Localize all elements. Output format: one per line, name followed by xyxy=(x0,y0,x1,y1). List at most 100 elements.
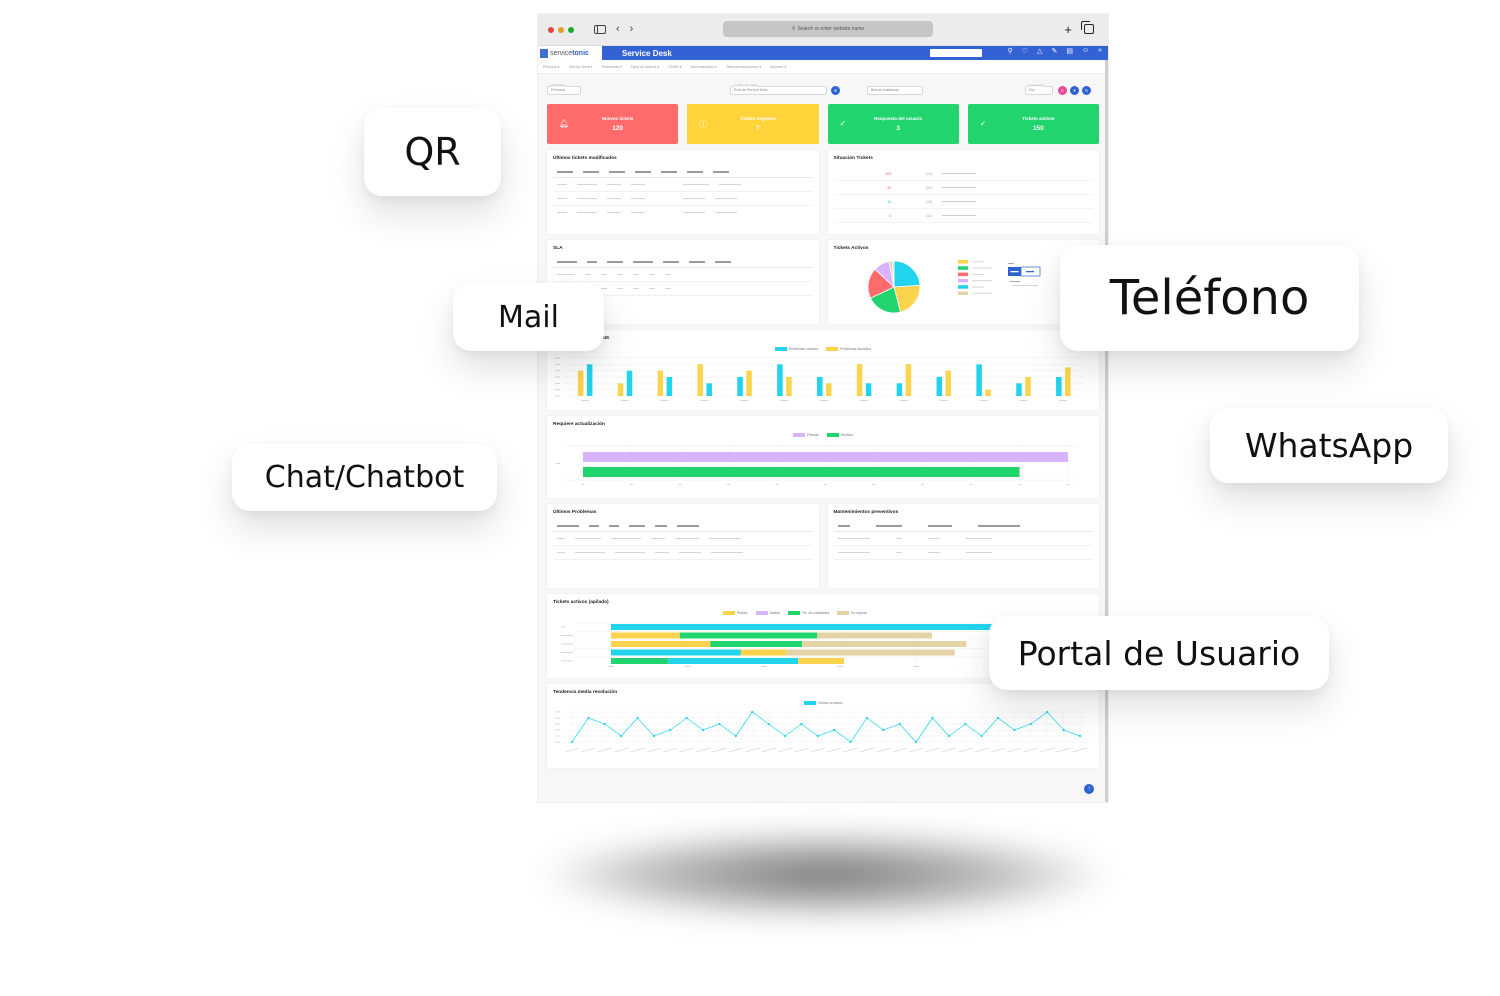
bar[interactable] xyxy=(976,364,982,396)
bar[interactable] xyxy=(626,370,633,396)
maximize-window-button[interactable] xyxy=(568,26,574,33)
data-point[interactable] xyxy=(1078,734,1082,738)
bar[interactable] xyxy=(657,370,664,396)
bar[interactable] xyxy=(1056,377,1062,396)
bar-segment[interactable] xyxy=(798,658,845,664)
legend-item[interactable]: Servidor xyxy=(826,433,853,438)
bar[interactable] xyxy=(945,370,952,396)
data-point[interactable] xyxy=(685,716,688,720)
data-point[interactable] xyxy=(996,716,1000,720)
alert-icon[interactable]: △ xyxy=(1037,47,1042,55)
table-row[interactable] xyxy=(833,532,1093,546)
bar[interactable] xyxy=(583,467,1020,477)
data-point[interactable] xyxy=(603,722,606,726)
header-search-input[interactable] xyxy=(930,49,982,57)
menu-item[interactable]: Problemas ▾ xyxy=(602,65,622,69)
close-window-button[interactable] xyxy=(548,26,554,33)
bar-segment[interactable] xyxy=(611,658,669,664)
kpi-card[interactable]: 🔔︎ Nuevos tickets 120 xyxy=(547,104,679,144)
data-point[interactable] xyxy=(734,734,737,738)
bar[interactable] xyxy=(856,364,863,396)
data-point[interactable] xyxy=(783,734,787,738)
data-point[interactable] xyxy=(669,728,672,732)
bar[interactable] xyxy=(1065,367,1071,397)
plus-icon[interactable]: + xyxy=(1064,22,1072,37)
bar-segment[interactable] xyxy=(817,632,932,639)
data-point[interactable] xyxy=(947,734,951,738)
bar-segment[interactable] xyxy=(710,641,802,647)
data-point[interactable] xyxy=(701,728,705,732)
bar[interactable] xyxy=(586,364,593,396)
legend-item[interactable]: Pedido xyxy=(723,611,748,616)
status-row[interactable]: 30 (20) xyxy=(833,181,1093,195)
brand-logo[interactable]: service tonic xyxy=(538,46,602,60)
data-point[interactable] xyxy=(1013,728,1016,732)
bar[interactable] xyxy=(737,377,743,396)
data-point[interactable] xyxy=(620,734,623,738)
bar-segment[interactable] xyxy=(611,649,741,656)
bar[interactable] xyxy=(826,383,832,396)
bar[interactable] xyxy=(577,370,584,396)
menu-item[interactable]: CMDB ▾ xyxy=(668,65,681,69)
bar[interactable] xyxy=(905,364,912,396)
incident-search-input[interactable]: Buscar Incidencia xyxy=(867,86,923,95)
table-row[interactable] xyxy=(553,206,813,219)
legend-item[interactable]: Tickets cerrados xyxy=(803,701,842,706)
bar[interactable] xyxy=(817,377,823,396)
scroll-top-button[interactable]: ↑ xyxy=(1084,784,1094,794)
data-point[interactable] xyxy=(915,740,918,744)
bar-segment[interactable] xyxy=(802,641,967,647)
data-point[interactable] xyxy=(816,734,819,738)
heart-icon[interactable]: ♡ xyxy=(1022,47,1028,55)
bar[interactable] xyxy=(1025,377,1031,396)
menu-item[interactable]: Telecomunicaciones ▾ xyxy=(726,65,761,69)
data-point[interactable] xyxy=(980,734,983,738)
dashboard-select[interactable]: Cuadro de mando Role de Service Desk xyxy=(730,83,827,95)
data-point[interactable] xyxy=(751,710,754,714)
data-point[interactable] xyxy=(718,722,721,726)
bar[interactable] xyxy=(746,370,752,396)
filter-button[interactable]: ▼ xyxy=(1070,86,1079,95)
menu-item[interactable]: Administración ▾ xyxy=(691,65,717,69)
status-row[interactable]: 104 (16) xyxy=(833,167,1093,181)
table-row[interactable] xyxy=(553,192,813,206)
forward-icon[interactable]: › xyxy=(630,24,634,35)
bar[interactable] xyxy=(697,364,703,396)
search-icon[interactable]: ⚲ xyxy=(1008,47,1013,55)
collapse-icon[interactable]: « xyxy=(1098,47,1102,55)
legend-item[interactable]: Problemas creados xyxy=(774,347,818,352)
legend-item[interactable]: Abierto xyxy=(755,611,780,616)
data-point[interactable] xyxy=(652,734,656,738)
bar-segment[interactable] xyxy=(740,649,787,656)
data-point[interactable] xyxy=(1062,728,1065,732)
frequency-select[interactable]: Frecuencia Día xyxy=(1025,83,1053,95)
kpi-card[interactable]: ⓘ Tickets Urgentes 7 xyxy=(687,104,819,144)
legend-item[interactable]: Firewall xyxy=(792,433,819,438)
menu-item[interactable]: Tipos de activos ▾ xyxy=(631,65,660,69)
table-row[interactable] xyxy=(833,546,1093,560)
data-point[interactable] xyxy=(898,722,901,726)
visibility-select[interactable]: Visibilidad Personal xyxy=(547,83,581,95)
table-row[interactable] xyxy=(553,532,813,546)
table-row[interactable] xyxy=(553,268,813,282)
kpi-card[interactable]: ✓ Respuesta del usuario 3 xyxy=(827,104,959,144)
bar-segment[interactable] xyxy=(679,632,818,639)
bar[interactable] xyxy=(936,377,943,396)
table-row[interactable] xyxy=(553,178,813,192)
data-point[interactable] xyxy=(767,722,770,726)
menu-item[interactable]: Acceder ▾ xyxy=(770,65,786,69)
bar-segment[interactable] xyxy=(668,658,799,664)
status-row[interactable]: 11 (15) xyxy=(833,195,1093,209)
tabs-icon[interactable] xyxy=(1081,21,1094,34)
data-point[interactable] xyxy=(964,722,967,726)
bar[interactable] xyxy=(985,389,991,396)
data-point[interactable] xyxy=(882,728,885,732)
bar[interactable] xyxy=(617,383,624,396)
sidebar-toggle-icon[interactable] xyxy=(594,25,606,34)
bar[interactable] xyxy=(896,383,903,396)
data-point[interactable] xyxy=(849,740,852,744)
menu-item[interactable]: Service Desk ▾ xyxy=(569,65,593,69)
calendar-icon[interactable]: ▤ xyxy=(1066,47,1073,55)
bar[interactable] xyxy=(786,377,792,396)
menu-item[interactable]: Principal ▾ xyxy=(543,65,560,69)
